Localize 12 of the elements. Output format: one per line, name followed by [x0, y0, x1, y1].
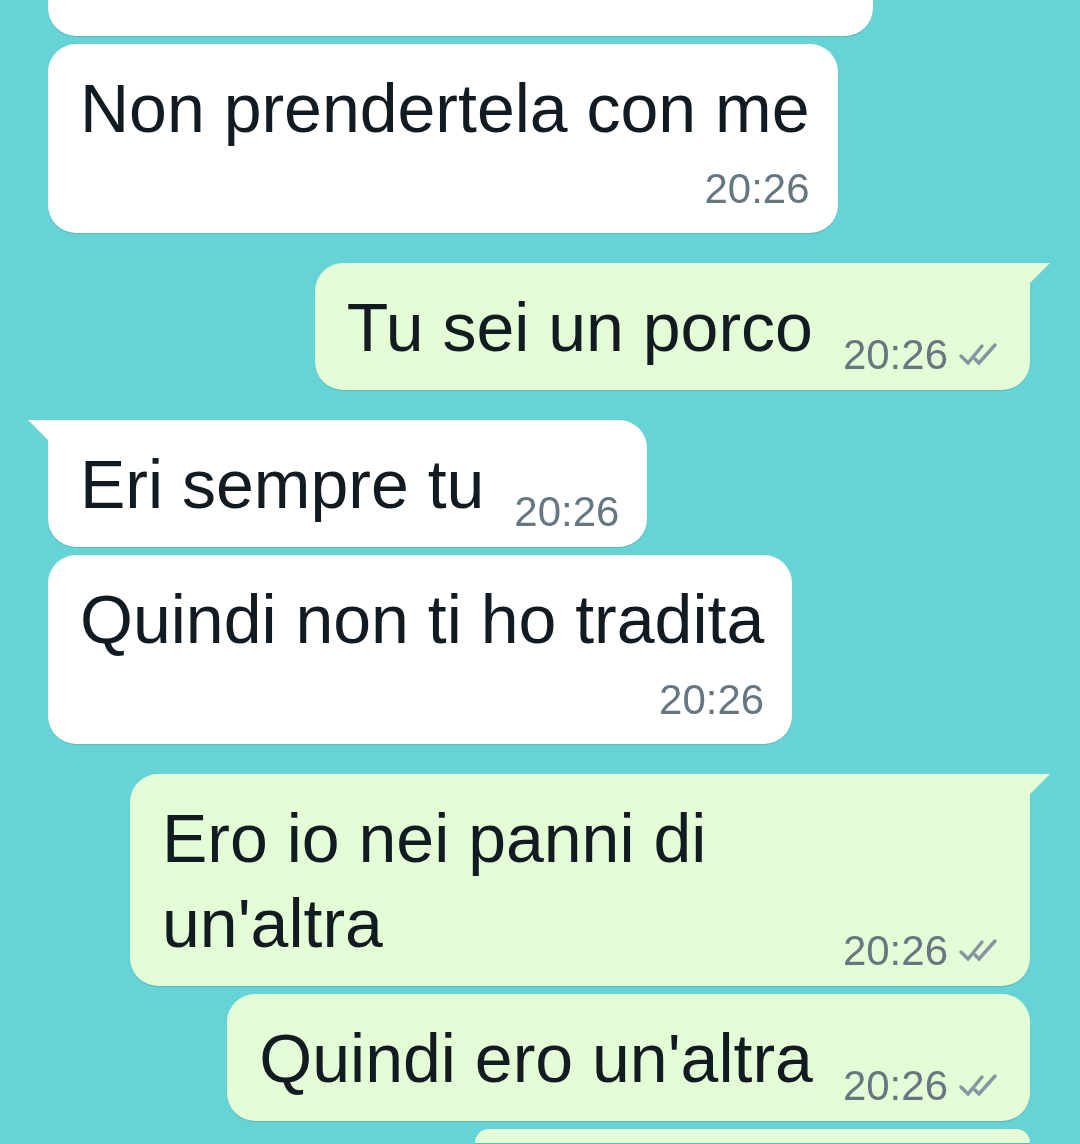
message-text: Ero io nei panni di un'altra	[162, 799, 708, 963]
message-text: Eri sempre tu	[80, 445, 485, 524]
message-time: 20:26	[842, 927, 948, 975]
message-text: Tu sei un porco	[346, 288, 813, 367]
message-time: 20:26	[842, 331, 948, 379]
message-time: 20:26	[514, 488, 620, 536]
message-time: 20:26	[704, 165, 810, 213]
message-time: 20:26	[659, 676, 765, 724]
message-text: Quindi ero un'altra	[259, 1019, 813, 1098]
message-text: Non prendertela con me	[80, 69, 810, 148]
message-time: 20:26	[842, 1062, 948, 1110]
message-text: Quindi non ti ho tradita	[80, 580, 765, 659]
